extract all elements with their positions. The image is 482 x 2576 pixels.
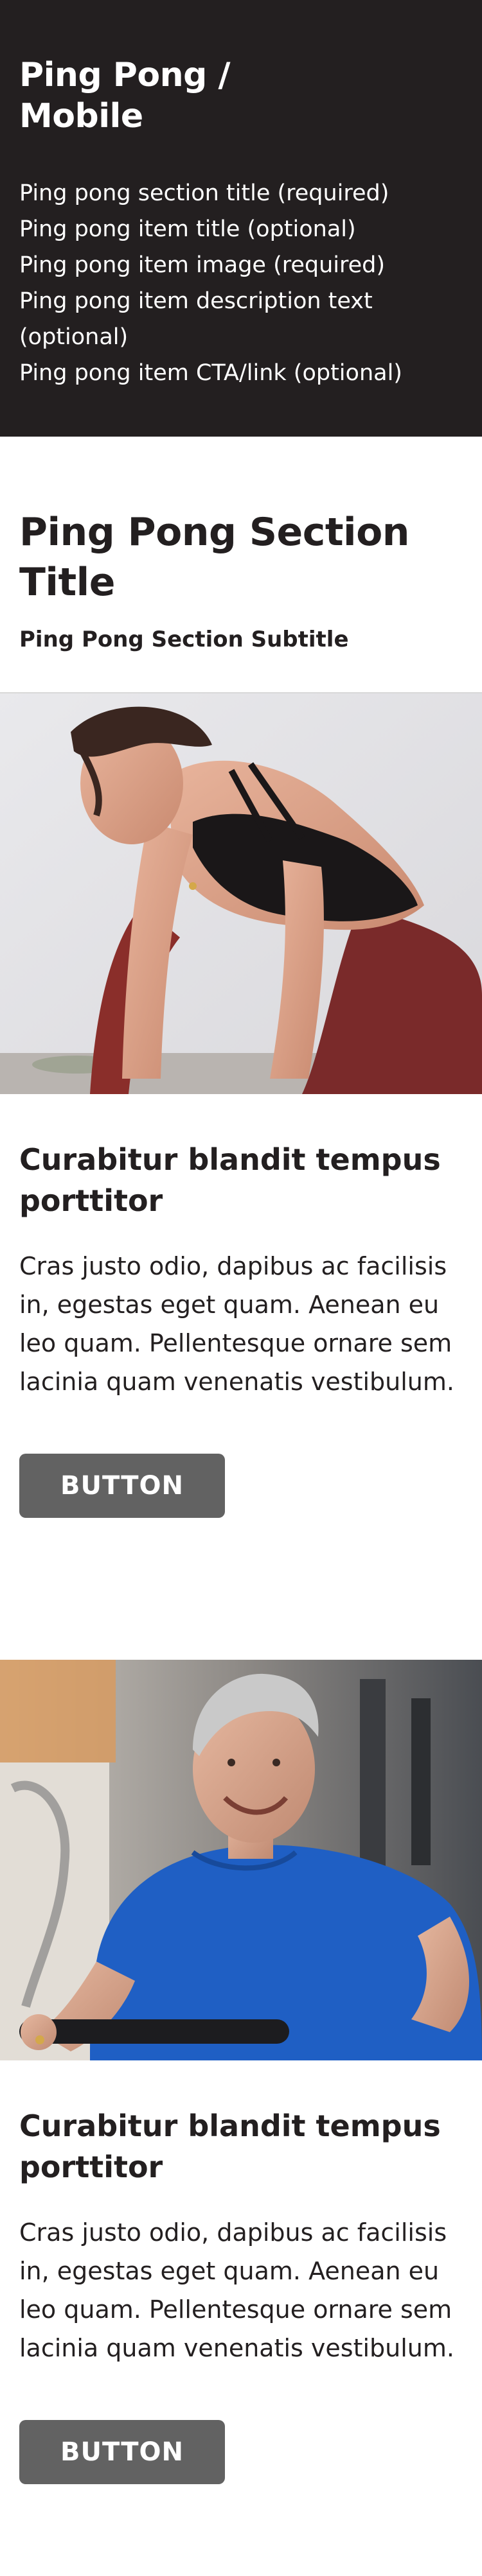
ping-pong-item: Curabitur blandit tempus porttitor Cras … — [0, 1660, 482, 2576]
section-header: Ping Pong Section Title Ping Pong Sectio… — [0, 437, 482, 693]
spec-title-line-1: Ping Pong / — [19, 56, 230, 94]
ping-pong-item: Curabitur blandit tempus porttitor Cras … — [0, 693, 482, 1660]
spec-item: Ping pong item title (optional) — [19, 216, 356, 242]
section-subtitle: Ping Pong Section Subtitle — [19, 627, 349, 652]
man-rowing-image — [0, 1660, 482, 2060]
item-cta-button[interactable]: BUTTON — [19, 1454, 225, 1518]
section-title: Ping Pong Section Title — [19, 510, 410, 605]
spec-header: Ping Pong / Mobile Ping pong section tit… — [0, 0, 482, 437]
woman-workout-image — [0, 693, 482, 1094]
spec-item: Ping pong item CTA/link (optional) — [19, 360, 402, 386]
item-description: Cras justo odio, dapibus ac facilisis in… — [19, 2218, 454, 2362]
item-title: Curabitur blandit tempus porttitor — [19, 1142, 441, 1218]
spec-item: Ping pong section title (required) — [19, 180, 389, 206]
spec-item: Ping pong item description text (optiona… — [19, 288, 373, 350]
ping-pong-item-body: Curabitur blandit tempus porttitor Cras … — [0, 1094, 482, 1518]
ping-pong-item-body: Curabitur blandit tempus porttitor Cras … — [0, 2060, 482, 2484]
spec-title: Ping Pong / Mobile — [19, 55, 289, 137]
item-description: Cras justo odio, dapibus ac facilisis in… — [19, 1252, 454, 1396]
spec-item: Ping pong item image (required) — [19, 252, 386, 278]
spec-title-line-2: Mobile — [19, 97, 143, 135]
spec-list: Ping pong section title (required) Ping … — [19, 175, 463, 391]
item-cta-button[interactable]: BUTTON — [19, 2420, 225, 2484]
item-title: Curabitur blandit tempus porttitor — [19, 2109, 441, 2184]
